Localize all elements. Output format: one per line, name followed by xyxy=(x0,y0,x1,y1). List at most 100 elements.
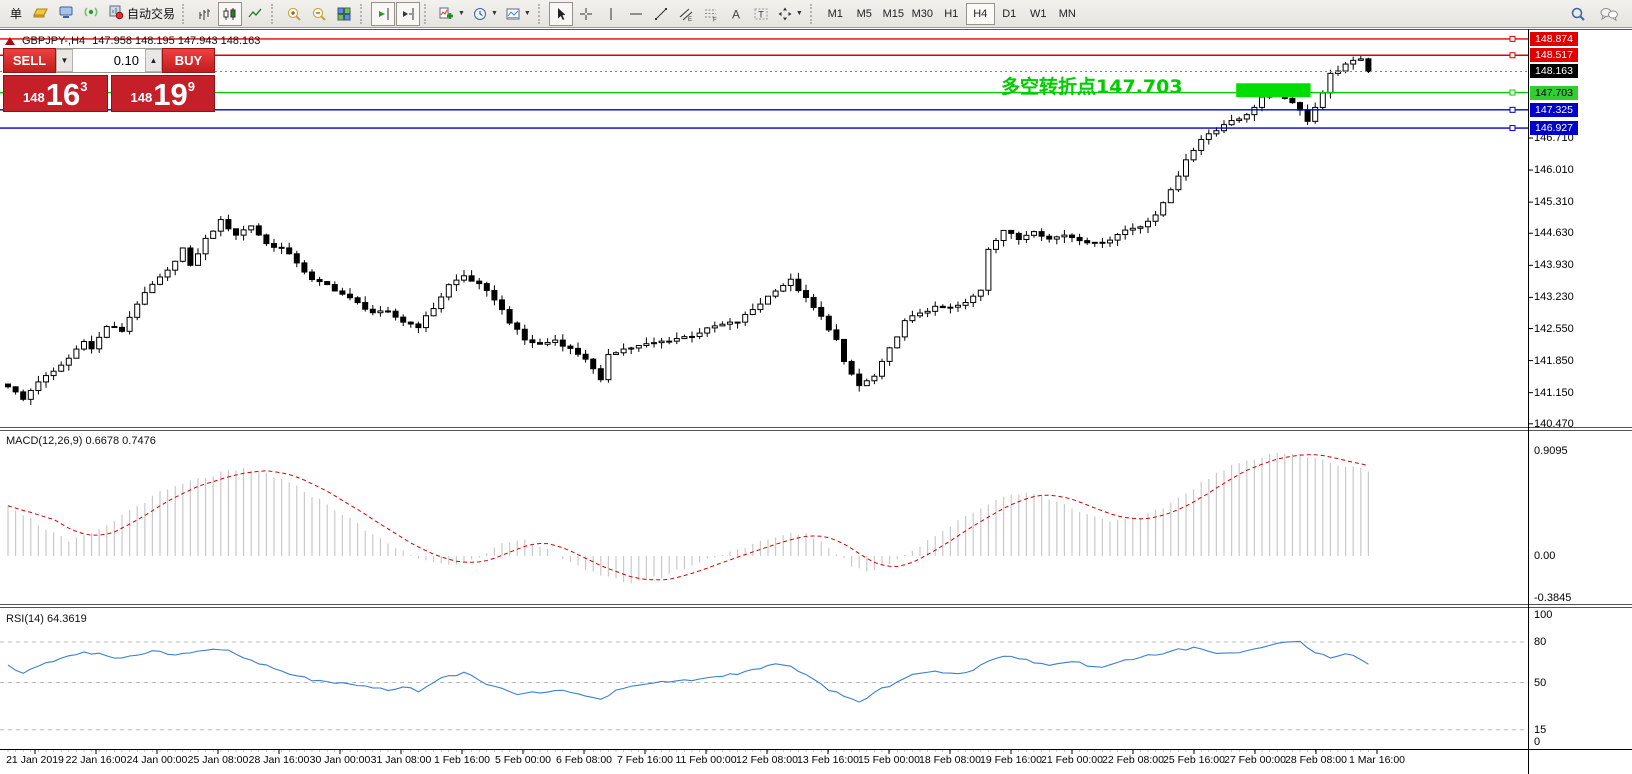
timeframe-toolbar: M1M5M15M30H1H4D1W1MN xyxy=(821,3,1082,25)
svg-text:A: A xyxy=(732,7,740,21)
rsi-line xyxy=(8,641,1368,702)
chart-shift-button[interactable] xyxy=(396,2,420,26)
macd-signal-line xyxy=(8,455,1368,580)
ohlc-values: 147.958 148.195 147.943 148.163 xyxy=(92,35,260,47)
signals-button[interactable] xyxy=(79,2,103,26)
toolbar-grip xyxy=(182,4,188,24)
auto-scroll-icon xyxy=(375,6,391,22)
line-handle[interactable] xyxy=(1510,90,1515,95)
line-handle[interactable] xyxy=(1510,107,1515,112)
sell-price-display[interactable]: 148 16 3 xyxy=(3,75,108,112)
one-click-trading-toggle-icon[interactable] xyxy=(5,37,15,45)
vertical-line-button[interactable] xyxy=(599,2,623,26)
toolbar-grip xyxy=(810,4,816,24)
toolbar: 单 自动交易 ▼ ▼ ▼ E F A T ▼ M1M5M15M xyxy=(0,0,1632,28)
tile-windows-button[interactable] xyxy=(332,2,356,26)
trendline-button[interactable] xyxy=(649,2,673,26)
resistance-line[interactable] xyxy=(0,53,1528,58)
terminal-icon xyxy=(57,4,75,23)
trendline-icon xyxy=(653,6,669,22)
text-icon: A xyxy=(728,6,744,22)
mt4-terminal: 单 自动交易 ▼ ▼ ▼ E F A T ▼ M1M5M15M xyxy=(0,0,1632,774)
signal-icon xyxy=(82,4,100,23)
horizontal-line-button[interactable] xyxy=(624,2,648,26)
line-handle[interactable] xyxy=(1510,36,1515,41)
autotrading-icon xyxy=(107,4,125,23)
zoom-in-button[interactable] xyxy=(282,2,306,26)
cursor-icon xyxy=(553,6,569,22)
volume-decrease-button[interactable]: ▼ xyxy=(56,49,73,72)
volume-increase-button[interactable]: ▲ xyxy=(145,49,162,72)
pivot-annotation-text[interactable]: 多空转折点147.703 xyxy=(1001,72,1183,99)
metaeditor-button[interactable] xyxy=(54,2,78,26)
svg-text:T: T xyxy=(758,9,764,19)
equidistant-channel-button[interactable]: E xyxy=(674,2,698,26)
chart-window: 146.710146.010145.310144.630143.930143.2… xyxy=(0,29,1632,774)
autotrading-button[interactable]: 自动交易 xyxy=(104,2,178,26)
zoom-out-button[interactable] xyxy=(307,2,331,26)
buy-price-prefix: 148 xyxy=(131,90,153,105)
pivot-highlight-box[interactable] xyxy=(1236,83,1310,97)
timeframe-button-d1[interactable]: D1 xyxy=(995,3,1024,25)
chat-button[interactable] xyxy=(1596,2,1622,26)
timeframe-button-h1[interactable]: H1 xyxy=(937,3,966,25)
timeframe-button-m30[interactable]: M30 xyxy=(908,3,937,25)
timeframe-button-w1[interactable]: W1 xyxy=(1024,3,1053,25)
fibonacci-button[interactable]: F xyxy=(699,2,723,26)
auto-scroll-button[interactable] xyxy=(371,2,395,26)
new-order-button[interactable]: 单 xyxy=(4,2,28,26)
timeframe-button-m1[interactable]: M1 xyxy=(821,3,850,25)
timeframe-button-mn[interactable]: MN xyxy=(1053,3,1082,25)
timeframe-button-h4[interactable]: H4 xyxy=(966,3,995,25)
candlestick-icon xyxy=(222,6,238,22)
vertical-line-icon xyxy=(603,6,619,22)
text-label-icon: T xyxy=(753,6,769,22)
dropdown-arrow-icon: ▼ xyxy=(524,10,531,17)
market-watch-button[interactable] xyxy=(29,2,53,26)
rsi-indicator-label: RSI(14) 64.3619 xyxy=(6,613,87,625)
buy-button[interactable]: BUY xyxy=(162,48,215,73)
toolbar-grip xyxy=(271,4,277,24)
horizontal-line-icon xyxy=(628,6,644,22)
chart-canvas[interactable] xyxy=(0,29,1632,774)
search-icon xyxy=(1570,6,1587,22)
cursor-button[interactable] xyxy=(549,2,573,26)
support-line[interactable] xyxy=(0,126,1528,131)
periods-button[interactable]: ▼ xyxy=(469,2,501,26)
timeframe-button-m15[interactable]: M15 xyxy=(879,3,908,25)
dropdown-arrow-icon: ▼ xyxy=(491,10,498,17)
timeframe-button-m5[interactable]: M5 xyxy=(850,3,879,25)
channel-icon: E xyxy=(678,6,694,22)
one-click-trading-panel: SELL ▼ ▲ BUY 148 16 3 148 19 9 xyxy=(3,48,215,112)
line-chart-icon xyxy=(247,6,263,22)
line-chart-button[interactable] xyxy=(243,2,267,26)
zoom-out-icon xyxy=(311,6,328,22)
sell-price-sup: 3 xyxy=(80,79,87,94)
bar-chart-button[interactable] xyxy=(193,2,217,26)
search-button[interactable] xyxy=(1566,2,1590,26)
sell-button[interactable]: SELL xyxy=(3,48,56,73)
templates-button[interactable]: ▼ xyxy=(502,2,534,26)
svg-text:E: E xyxy=(688,17,692,22)
crosshair-button[interactable] xyxy=(574,2,598,26)
new-order-label: 单 xyxy=(10,5,22,22)
arrows-icon xyxy=(777,6,793,22)
volume-control: ▼ ▲ xyxy=(56,48,162,73)
volume-input[interactable] xyxy=(73,49,145,72)
buy-price-display[interactable]: 148 19 9 xyxy=(111,75,216,112)
text-button[interactable]: A xyxy=(724,2,748,26)
indicators-button[interactable]: ▼ xyxy=(435,2,468,26)
text-label-button[interactable]: T xyxy=(749,2,773,26)
chat-icon xyxy=(1599,6,1619,22)
buy-price-big: 19 xyxy=(153,79,187,110)
zoom-in-icon xyxy=(286,6,303,22)
arrows-button[interactable]: ▼ xyxy=(774,2,806,26)
sell-price-big: 16 xyxy=(46,79,80,110)
chart-chrome xyxy=(0,29,1632,774)
candlestick-chart-button[interactable] xyxy=(218,2,242,26)
sell-price-prefix: 148 xyxy=(23,90,45,105)
line-handle[interactable] xyxy=(1510,53,1515,58)
bar-chart-icon xyxy=(197,6,213,22)
macd-indicator-label: MACD(12,26,9) 0.6678 0.7476 xyxy=(6,435,156,447)
line-handle[interactable] xyxy=(1510,126,1515,131)
